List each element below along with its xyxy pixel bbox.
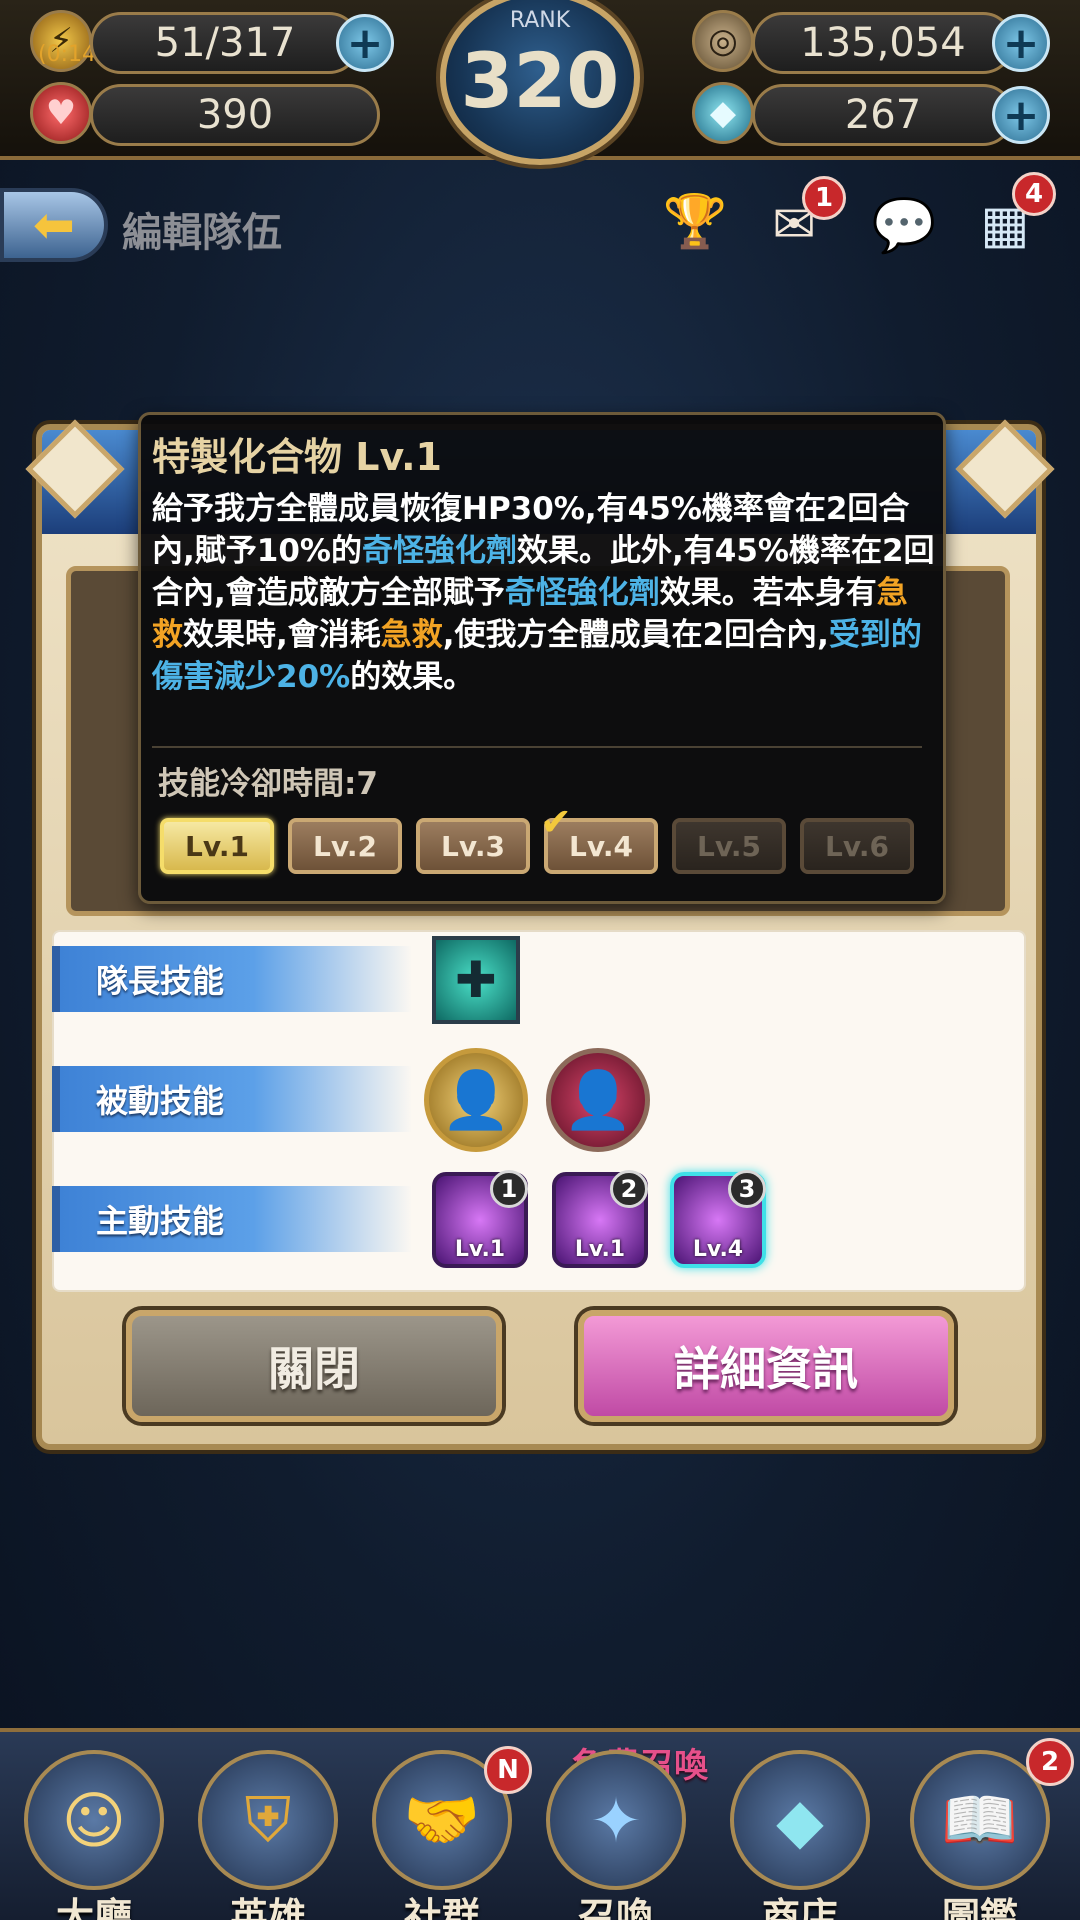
- active-skill-3-level: Lv.4: [692, 1237, 744, 1262]
- active-skill-2-level: Lv.1: [574, 1237, 626, 1262]
- codex-badge: 2: [1026, 1738, 1074, 1786]
- tooltip-title: 特製化合物 Lv.1: [152, 435, 442, 479]
- heart-counter: 390: [90, 84, 380, 146]
- heart-icon: ♥: [30, 82, 92, 144]
- skill-cooldown: 技能冷卻時間:7: [158, 766, 378, 802]
- nav-lobby[interactable]: ☺ 大廳: [14, 1750, 174, 1920]
- active-skill-2-icon[interactable]: 2 Lv.1: [552, 1170, 648, 1268]
- summon-portal-icon: ✦: [546, 1750, 686, 1890]
- mail-badge: 1: [802, 176, 846, 220]
- active-skill-2-number: 2: [610, 1170, 648, 1208]
- level-tab-2[interactable]: Lv.2: [288, 818, 402, 874]
- leader-skill-icon[interactable]: ✚: [432, 936, 520, 1024]
- nav-codex-label: 圖鑑: [941, 1895, 1018, 1920]
- passive-skill-label: 被動技能: [52, 1066, 412, 1132]
- passive-skill-1-icon[interactable]: 👤: [424, 1048, 528, 1152]
- active-skill-1-number: 1: [490, 1170, 528, 1208]
- rank-value: 320: [460, 36, 620, 125]
- level-tab-6[interactable]: Lv.6: [800, 818, 914, 874]
- lobby-icon: ☺: [24, 1750, 164, 1890]
- coin-icon: ◎: [692, 10, 754, 72]
- add-energy-button[interactable]: +: [336, 14, 394, 72]
- arrow-left-icon: ⬅: [33, 196, 75, 254]
- nav-shop-label: 商店: [761, 1895, 838, 1920]
- trophy-icon[interactable]: 🏆: [660, 186, 730, 256]
- tooltip-description: 給予我方全體成員恢復HP30%,有45%機率會在2回合內,賦予10%的奇怪強化劑…: [152, 488, 936, 698]
- menu-badge: 4: [1012, 172, 1056, 216]
- tooltip-desc-segment: 奇怪強化劑: [361, 533, 517, 569]
- active-skill-1-icon[interactable]: 1 Lv.1: [432, 1170, 528, 1268]
- nav-summon-label: 召喚: [577, 1895, 654, 1920]
- nav-heroes-label: 英雄: [229, 1895, 306, 1920]
- level-tab-1[interactable]: Lv.1: [160, 818, 274, 874]
- active-skill-label: 主動技能: [52, 1186, 412, 1252]
- page-title: 編輯隊伍: [122, 210, 282, 256]
- tooltip-desc-segment: 急救: [380, 617, 443, 653]
- tooltip-desc-segment: 奇怪強化劑: [504, 575, 660, 611]
- active-skill-3-number: 3: [728, 1170, 766, 1208]
- heal-figure-icon: ✚: [455, 951, 497, 1009]
- energy-counter: 51/317: [90, 12, 360, 74]
- current-level-check-icon: ✔: [540, 800, 572, 844]
- nav-summon[interactable]: ✦ 召喚: [536, 1750, 696, 1920]
- tooltip-desc-segment: ,使我方全體成員在2回合內,: [442, 617, 829, 653]
- tooltip-desc-segment: 的效果。: [350, 659, 475, 695]
- active-skill-1-level: Lv.1: [454, 1237, 506, 1262]
- level-tab-3[interactable]: Lv.3: [416, 818, 530, 874]
- tooltip-divider: [152, 746, 922, 748]
- rank-label: RANK: [509, 8, 571, 33]
- nav-shop[interactable]: ◆ 商店: [720, 1750, 880, 1920]
- level-tab-5[interactable]: Lv.5: [672, 818, 786, 874]
- detail-info-button[interactable]: 詳細資訊: [578, 1310, 954, 1422]
- active-skill-3-icon[interactable]: 3 Lv.4: [670, 1170, 766, 1268]
- gem-icon: ◆: [692, 82, 754, 144]
- back-button[interactable]: ⬅: [0, 188, 108, 262]
- nav-social-label: 社群: [403, 1895, 480, 1920]
- passive-skill-2-icon[interactable]: 👤: [546, 1048, 650, 1152]
- close-button[interactable]: 關閉: [126, 1310, 502, 1422]
- gem-counter: 267: [752, 84, 1014, 146]
- nav-heroes[interactable]: ⛨ 英雄: [188, 1750, 348, 1920]
- leader-skill-label: 隊長技能: [52, 946, 412, 1012]
- tooltip-desc-segment: 效果時,會消耗: [183, 617, 381, 653]
- social-badge: N: [484, 1746, 532, 1794]
- helmet-icon: ⛨: [198, 1750, 338, 1890]
- tooltip-desc-segment: 效果。若本身有: [659, 575, 877, 611]
- shop-gem-icon: ◆: [730, 1750, 870, 1890]
- gold-counter: 135,054: [752, 12, 1014, 74]
- add-gems-button[interactable]: +: [992, 86, 1050, 144]
- chat-icon[interactable]: 💬: [866, 192, 942, 258]
- add-gold-button[interactable]: +: [992, 14, 1050, 72]
- nav-lobby-label: 大廳: [55, 1895, 132, 1920]
